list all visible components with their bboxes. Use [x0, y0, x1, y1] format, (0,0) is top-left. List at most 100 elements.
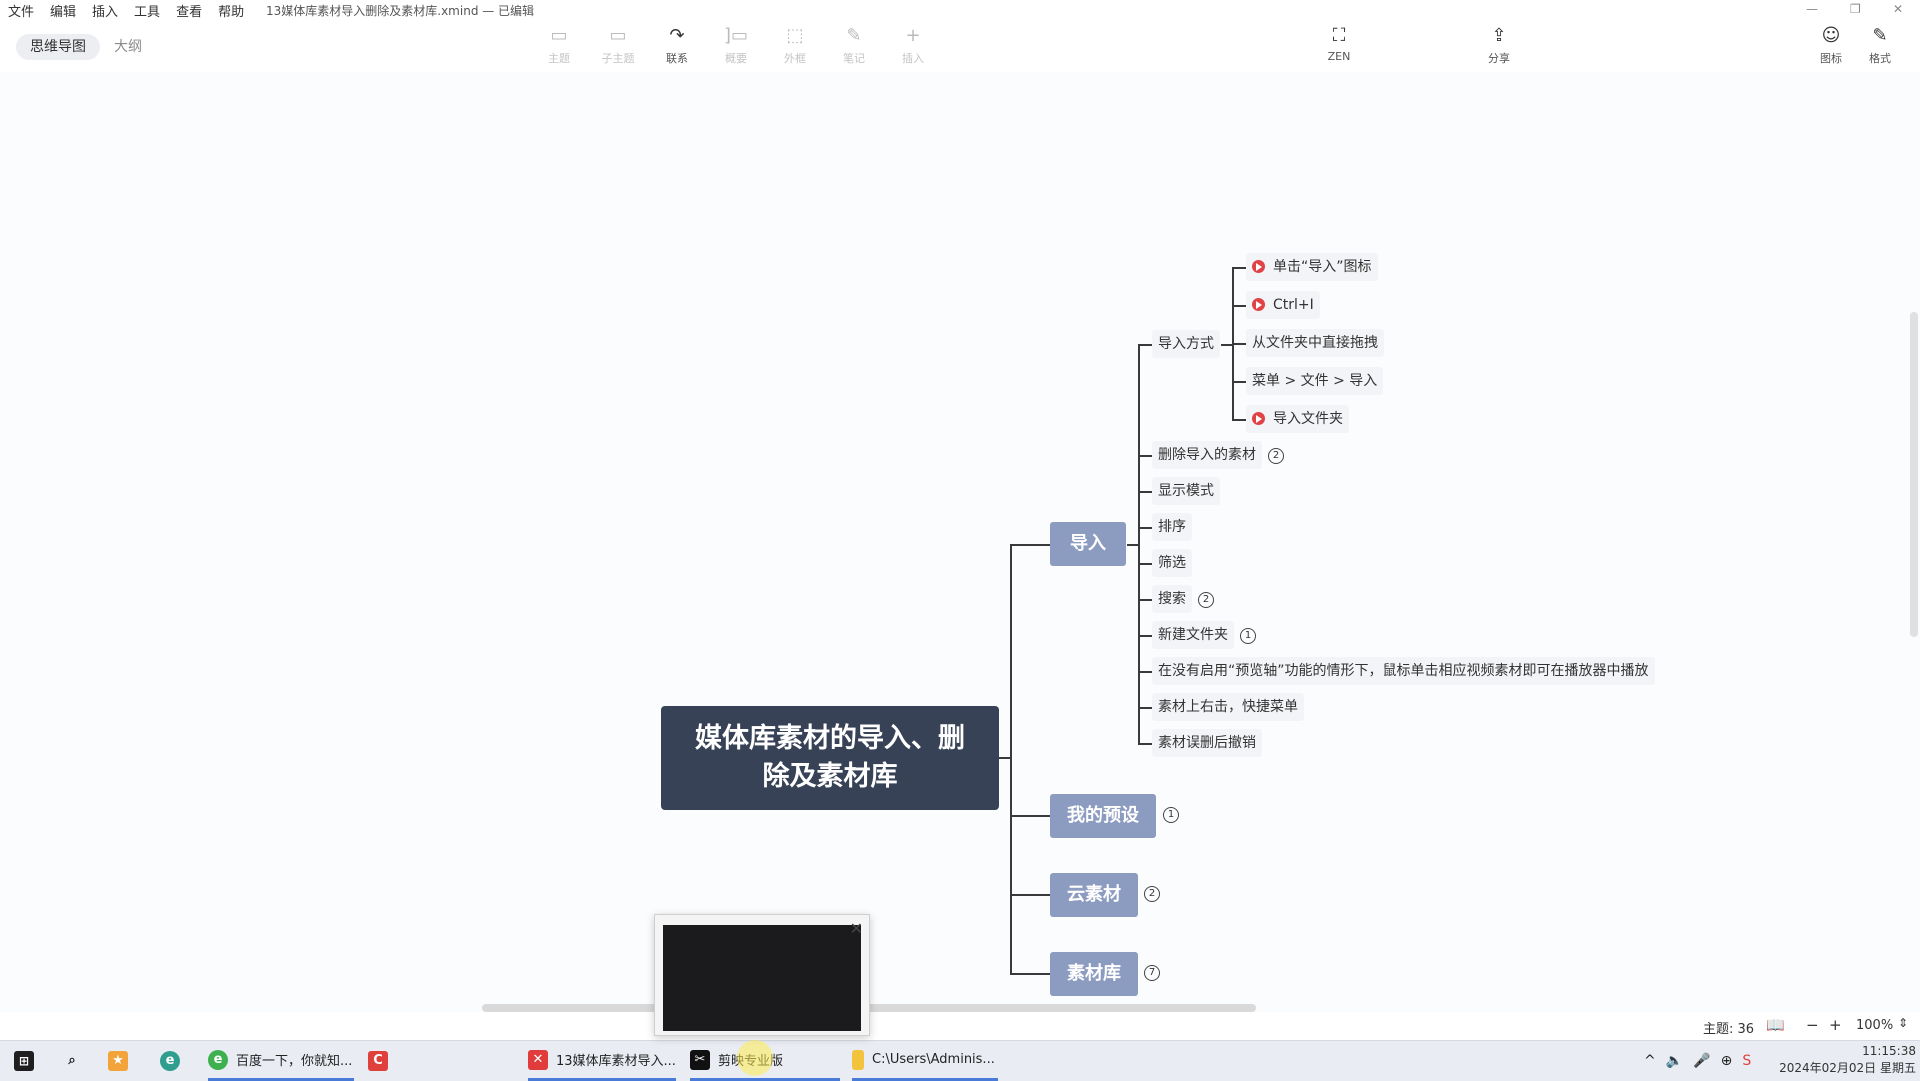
- star-app-icon: ★: [108, 1051, 128, 1071]
- play-marker-icon: [1252, 260, 1265, 273]
- window-preview-thumbnail[interactable]: ✕: [654, 914, 870, 1036]
- connector: [1010, 815, 1050, 817]
- collapsed-count-badge[interactable]: 1: [1240, 628, 1256, 644]
- collapsed-count-badge[interactable]: 2: [1198, 592, 1214, 608]
- subtopic[interactable]: 在没有启用“预览轴”功能的情形下，鼠标单击相应视频素材即可在播放器中播放: [1152, 657, 1655, 685]
- connector: [1138, 527, 1152, 529]
- taskbar-app-edge[interactable]: e: [160, 1041, 188, 1081]
- connector: [1010, 544, 1050, 546]
- menu-view[interactable]: 查看: [176, 1, 202, 20]
- share-button[interactable]: ⇪ 分享: [1475, 24, 1523, 70]
- restore-button[interactable]: ❐: [1850, 2, 1861, 16]
- subtopic[interactable]: 搜索: [1152, 585, 1192, 613]
- zoom-stepper-icon[interactable]: ⇕: [1898, 1016, 1908, 1030]
- network-icon[interactable]: ⊕: [1721, 1053, 1733, 1069]
- subtopic[interactable]: 素材上右击，快捷菜单: [1152, 693, 1304, 721]
- connector: [1138, 491, 1152, 493]
- central-topic-label: 媒体库素材的导入、删除及素材库: [695, 723, 965, 792]
- tray-icons[interactable]: ^ 🔈 🎤 ⊕ S: [1644, 1041, 1751, 1081]
- subtopic[interactable]: 导入方式: [1152, 330, 1220, 358]
- central-topic[interactable]: 媒体库素材的导入、删除及素材库: [661, 706, 999, 810]
- menu-edit[interactable]: 编辑: [50, 1, 76, 20]
- document-title: 13媒体库素材导入删除及素材库.xmind — 已编辑: [266, 4, 535, 18]
- menu-help[interactable]: 帮助: [218, 1, 244, 20]
- chevron-up-icon[interactable]: ^: [1644, 1053, 1656, 1069]
- collapsed-count-badge[interactable]: 1: [1163, 807, 1179, 823]
- collapsed-count-badge[interactable]: 2: [1144, 886, 1160, 902]
- connector: [1232, 267, 1246, 269]
- subtopic-drag[interactable]: 从文件夹中直接拖拽: [1246, 329, 1384, 357]
- summary-button[interactable]: ]▭ 概要: [712, 24, 760, 70]
- search-icon: ⌕: [68, 1053, 76, 1068]
- subtopic[interactable]: 筛选: [1152, 549, 1192, 577]
- tab-mindmap[interactable]: 思维导图: [16, 34, 100, 60]
- tab-outline[interactable]: 大纲: [100, 34, 156, 60]
- main-topic-library[interactable]: 素材库: [1050, 952, 1138, 996]
- subtopic[interactable]: 排序: [1152, 513, 1192, 541]
- close-icon[interactable]: ✕: [850, 919, 863, 938]
- subtopic[interactable]: 删除导入的素材: [1152, 441, 1262, 469]
- top-toolbar: 文件 编辑 插入 工具 查看 帮助 13媒体库素材导入删除及素材库.xmind …: [0, 0, 1920, 72]
- input-method-icon[interactable]: S: [1742, 1053, 1751, 1069]
- connector: [1010, 894, 1050, 896]
- start-button[interactable]: ⊞: [14, 1041, 42, 1081]
- taskbar-xmind[interactable]: ✕ 13媒体库素材导入...: [528, 1041, 676, 1081]
- status-bar: 主题: 36 📖 − + 100% ⇕: [0, 1012, 1920, 1040]
- collapsed-count-badge[interactable]: 2: [1268, 448, 1284, 464]
- volume-icon[interactable]: 🔈: [1666, 1053, 1683, 1069]
- folder-icon: [852, 1049, 864, 1070]
- share-icon: ⇪: [1491, 25, 1507, 46]
- topic-count: 主题: 36: [1703, 1022, 1755, 1037]
- subtopic-import-icon[interactable]: 单击“导入”图标: [1246, 253, 1378, 281]
- minimize-button[interactable]: —: [1806, 2, 1818, 16]
- note-button[interactable]: ✎ 笔记: [830, 24, 878, 70]
- connector: [1138, 743, 1152, 745]
- close-window-button[interactable]: ✕: [1893, 2, 1903, 16]
- zen-button[interactable]: ⛶ ZEN: [1315, 24, 1363, 70]
- mindmap-canvas[interactable]: [0, 72, 1910, 1002]
- connector: [1138, 344, 1152, 346]
- taskbar-browser[interactable]: e 百度一下，你就知...: [208, 1041, 354, 1081]
- connector: [1232, 343, 1246, 345]
- subtopic[interactable]: 素材误删后撤销: [1152, 729, 1262, 757]
- vertical-scrollbar[interactable]: [1910, 312, 1918, 637]
- zoom-in-button[interactable]: +: [1829, 1016, 1842, 1034]
- menu-file[interactable]: 文件: [8, 1, 34, 20]
- clock[interactable]: 11:15:38 2024年02月02日 星期五: [1776, 1043, 1916, 1077]
- play-marker-icon: [1252, 298, 1265, 311]
- zoom-out-button[interactable]: −: [1806, 1016, 1819, 1034]
- subtopic-button[interactable]: ▭ 子主题: [594, 24, 642, 70]
- menu-insert[interactable]: 插入: [92, 1, 118, 20]
- menu-tools[interactable]: 工具: [134, 1, 160, 20]
- subtopic-ctrl-i[interactable]: Ctrl+I: [1246, 291, 1320, 319]
- subtopic-import-folder[interactable]: 导入文件夹: [1246, 405, 1349, 433]
- boundary-button[interactable]: ⬚ 外框: [771, 24, 819, 70]
- app-c-icon: C: [368, 1051, 388, 1071]
- icon-panel-button[interactable]: ☺ 图标: [1807, 24, 1855, 70]
- search-button[interactable]: ⌕: [62, 1041, 90, 1081]
- subtopic[interactable]: 新建文件夹: [1152, 621, 1234, 649]
- main-topic-my-presets[interactable]: 我的预设: [1050, 794, 1156, 838]
- taskbar-app-star[interactable]: ★: [108, 1041, 136, 1081]
- main-topic-cloud-assets[interactable]: 云素材: [1050, 873, 1138, 917]
- microphone-icon[interactable]: 🎤: [1693, 1053, 1710, 1069]
- xmind-icon: ✕: [528, 1049, 548, 1070]
- note-icon: ✎: [846, 25, 862, 46]
- subtopic-menu-import[interactable]: 菜单 > 文件 > 导入: [1246, 367, 1384, 395]
- cursor-highlight: [737, 1040, 773, 1076]
- insert-button[interactable]: + 插入: [889, 24, 937, 70]
- connector: [1138, 344, 1140, 744]
- taskbar-explorer[interactable]: C:\Users\Adminis...: [852, 1041, 998, 1081]
- connector: [1138, 563, 1152, 565]
- relation-button[interactable]: ↷ 联系: [653, 24, 701, 70]
- collapsed-count-badge[interactable]: 7: [1144, 965, 1160, 981]
- subtopic[interactable]: 显示模式: [1152, 477, 1220, 505]
- topic-button[interactable]: ▭ 主题: [535, 24, 583, 70]
- book-icon[interactable]: 📖: [1766, 1016, 1785, 1034]
- main-topic-import[interactable]: 导入: [1050, 522, 1126, 566]
- zoom-level[interactable]: 100%: [1856, 1018, 1893, 1033]
- format-panel-button[interactable]: ✎ 格式: [1856, 24, 1904, 70]
- taskbar-app-red[interactable]: C: [368, 1041, 396, 1081]
- boundary-icon: ⬚: [786, 25, 804, 46]
- connector: [1232, 305, 1246, 307]
